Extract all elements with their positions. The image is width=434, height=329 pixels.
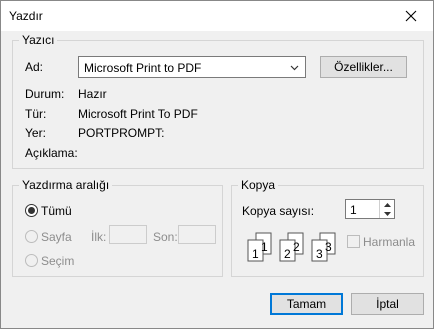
from-page-label: İlk: — [91, 230, 107, 244]
page-range-radio[interactable] — [25, 230, 38, 243]
collate-glyph: 3 — [316, 247, 323, 261]
status-label: Durum: — [25, 87, 65, 101]
copy-count-label: Kopya sayısı: — [242, 204, 315, 218]
printer-group-title: Yazıcı — [19, 33, 58, 47]
copy-count-spinner[interactable]: 1 — [345, 199, 395, 219]
from-page-input[interactable] — [109, 225, 147, 244]
triangle-down-icon — [383, 211, 391, 216]
cancel-button[interactable]: İptal — [351, 293, 424, 315]
collate-checkbox[interactable] — [347, 235, 360, 248]
type-label: Tür: — [25, 107, 47, 121]
print-dialog: Yazdır Yazıcı Ad: Microsoft Print to PDF… — [0, 0, 434, 329]
status-value: Hazır — [78, 87, 107, 101]
printer-select-value: Microsoft Print to PDF — [84, 61, 202, 75]
where-label: Yer: — [25, 126, 46, 140]
properties-button[interactable]: Özellikler... — [320, 56, 407, 78]
where-value: PORTPROMPT: — [78, 126, 165, 140]
all-pages-radio[interactable] — [25, 204, 38, 217]
type-value: Microsoft Print To PDF — [78, 107, 198, 121]
to-page-label: Son: — [153, 230, 178, 244]
to-page-input[interactable] — [178, 225, 216, 244]
comment-label: Açıklama: — [25, 146, 78, 160]
close-button[interactable] — [389, 1, 433, 31]
collate-pages-icon: 1 1 2 2 3 3 — [247, 232, 336, 262]
printer-name-label: Ad: — [25, 60, 44, 74]
chevron-down-icon — [290, 65, 299, 71]
collate-glyph: 3 — [325, 240, 332, 254]
triangle-up-icon — [383, 202, 391, 207]
page-range-label[interactable]: Sayfa — [41, 230, 72, 244]
dialog-title: Yazdır — [9, 9, 43, 23]
close-icon — [405, 10, 417, 22]
copy-count-value[interactable]: 1 — [350, 203, 357, 217]
print-range-group-title: Yazdırma aralığı — [19, 178, 113, 192]
collate-glyph: 2 — [293, 240, 300, 254]
collate-label[interactable]: Harmanla — [363, 235, 415, 249]
spinner-down-button[interactable] — [380, 209, 394, 218]
selection-radio[interactable] — [25, 254, 38, 267]
printer-select[interactable]: Microsoft Print to PDF — [78, 56, 306, 78]
selection-label[interactable]: Seçim — [41, 254, 74, 268]
title-bar: Yazdır — [1, 1, 433, 31]
all-pages-label[interactable]: Tümü — [41, 204, 72, 218]
collate-glyph: 1 — [252, 247, 259, 261]
collate-glyph: 1 — [261, 240, 268, 254]
spinner-arrows — [379, 200, 394, 218]
ok-button[interactable]: Tamam — [270, 293, 343, 315]
copies-group-title: Kopya — [238, 178, 279, 192]
collate-glyph: 2 — [284, 247, 291, 261]
spinner-up-button[interactable] — [380, 200, 394, 209]
